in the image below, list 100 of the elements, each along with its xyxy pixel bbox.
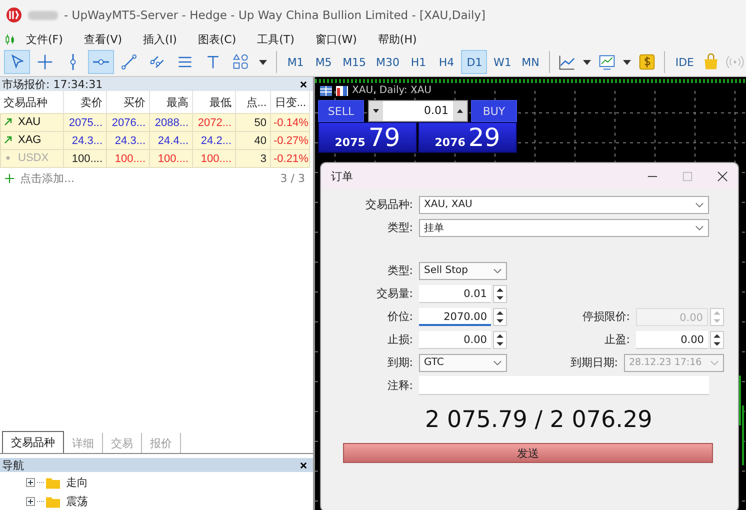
field-label: 交易量:: [375, 286, 414, 301]
add-symbol-link[interactable]: 点击添加...: [20, 170, 274, 186]
menu-item[interactable]: 窗口(W): [315, 32, 357, 46]
timeframe-button[interactable]: M30: [372, 50, 404, 74]
table-cell: 100....: [63, 150, 106, 168]
buy-button[interactable]: BUY: [471, 100, 517, 122]
comment-field[interactable]: [419, 376, 709, 395]
volume-field[interactable]: 0.01: [419, 284, 491, 302]
timeframe-button[interactable]: H4: [433, 50, 460, 74]
shopping-bag-icon[interactable]: [702, 53, 720, 71]
folder-icon: [46, 496, 60, 508]
cursor-tool-button[interactable]: [4, 50, 30, 74]
menu-item[interactable]: 查看(V): [84, 32, 122, 46]
redacted-account: [28, 10, 58, 20]
menu-item[interactable]: 图表(C): [198, 32, 236, 46]
close-icon[interactable]: [717, 170, 728, 182]
timeframe-button[interactable]: W1: [489, 50, 516, 74]
sell-button[interactable]: SELL: [318, 100, 364, 122]
table-cell: 24.3...: [106, 132, 149, 150]
timeframe-button[interactable]: M15: [338, 50, 370, 74]
trend-icon: [120, 53, 138, 71]
table-icon: [320, 86, 332, 96]
chart-title: XAU, Daily: XAU: [352, 85, 432, 96]
window-title: - UpWayMT5-Server - Hedge - Up Way China Bullion Limited - [XAU,Daily]: [64, 8, 486, 22]
symbol-count: 3 / 3: [280, 172, 305, 184]
ide-button[interactable]: IDE: [671, 50, 698, 74]
send-button[interactable]: 发送: [343, 443, 713, 463]
field-label: 类型:: [386, 220, 414, 235]
bars-icon: [336, 86, 348, 96]
timeframe-button[interactable]: M1: [282, 50, 309, 74]
caret-icon[interactable]: [258, 60, 267, 64]
table-cell: 24.4...: [149, 132, 192, 150]
table-cell: 50: [235, 114, 270, 132]
symbol-dropdown[interactable]: XAU, XAU: [419, 196, 709, 214]
dollar-icon[interactable]: [638, 53, 656, 71]
chevron-down-icon: [695, 202, 704, 208]
menu-item[interactable]: 帮助(H): [378, 32, 417, 46]
table-cell: 100....: [149, 150, 192, 168]
up-arrow-icon: [4, 118, 12, 126]
order-type-dropdown[interactable]: Sell Stop: [419, 262, 507, 280]
table-cell: 40: [235, 132, 270, 150]
close-icon[interactable]: [300, 462, 307, 468]
menu-item[interactable]: 插入(I): [143, 32, 177, 46]
field-label: 止盈:: [603, 332, 631, 347]
sell-price[interactable]: 2075 79: [318, 122, 417, 153]
panel-tab[interactable]: 交易品种: [2, 431, 64, 453]
caret-icon[interactable]: [623, 60, 632, 64]
spinner-icon[interactable]: [710, 330, 724, 348]
field-label: 价位:: [386, 309, 414, 324]
chevron-down-icon: [695, 224, 704, 230]
table-cell: 3: [235, 150, 270, 168]
spinner-icon[interactable]: [493, 330, 507, 348]
price-field[interactable]: 2070.00: [419, 308, 491, 326]
spinner-icon[interactable]: [493, 308, 507, 326]
table-cell: 24.3...: [63, 132, 106, 150]
tree-item[interactable]: 震荡: [66, 494, 88, 509]
type-dropdown[interactable]: 挂单: [419, 218, 709, 236]
take-profit-field[interactable]: 0.00: [636, 330, 708, 348]
table-cell: 2072...: [192, 114, 235, 132]
up-arrow-icon: [4, 136, 12, 144]
dot-icon: [4, 154, 12, 162]
expand-icon[interactable]: [26, 497, 35, 506]
timeframe-button[interactable]: M5: [310, 50, 337, 74]
stop-loss-field[interactable]: 0.00: [419, 330, 491, 348]
tree-item[interactable]: 走向: [66, 475, 88, 490]
menu-item[interactable]: 工具(T): [257, 32, 294, 46]
caret-icon[interactable]: [583, 60, 592, 64]
close-icon[interactable]: [300, 80, 307, 88]
table-cell: -0.14%: [270, 114, 310, 132]
hline-icon: [92, 59, 110, 65]
dialog-title: 订单: [331, 168, 353, 184]
table-cell: 2076...: [106, 114, 149, 132]
chevron-down-icon: [493, 268, 502, 274]
table-cell: 2088...: [149, 114, 192, 132]
timeframe-button[interactable]: D1: [461, 50, 488, 74]
table-cell: 2075...: [63, 114, 106, 132]
field-label: 类型:: [386, 263, 414, 278]
plus-icon[interactable]: [5, 174, 14, 182]
timeframe-button[interactable]: H1: [405, 50, 432, 74]
menu-item[interactable]: 文件(F): [26, 32, 63, 46]
line-chart-icon[interactable]: [558, 53, 576, 71]
table-cell: 100....: [192, 150, 235, 168]
expand-icon[interactable]: [26, 478, 35, 487]
chart-window-icon[interactable]: [598, 53, 616, 71]
candlestick-icon: [4, 32, 16, 46]
field-label: 止损:: [386, 332, 414, 347]
spinner-icon[interactable]: [493, 284, 507, 302]
price-quote: 2 075.79 / 2 076.29: [424, 407, 654, 433]
field-label: 停损限价:: [581, 309, 631, 324]
timeframe-button[interactable]: MN: [517, 50, 544, 74]
expiration-dropdown[interactable]: GTC: [419, 354, 507, 372]
field-label: 注释:: [386, 378, 414, 393]
hline-tool-button[interactable]: [88, 50, 114, 74]
chevron-down-icon: [493, 360, 502, 366]
app-logo-icon: [6, 7, 22, 23]
table-cell: 24.2...: [192, 132, 235, 150]
folder-icon: [46, 476, 60, 488]
panel-title: 导航: [2, 458, 24, 472]
buy-price[interactable]: 2076 29: [418, 122, 517, 153]
field-label: 到期:: [386, 355, 414, 370]
